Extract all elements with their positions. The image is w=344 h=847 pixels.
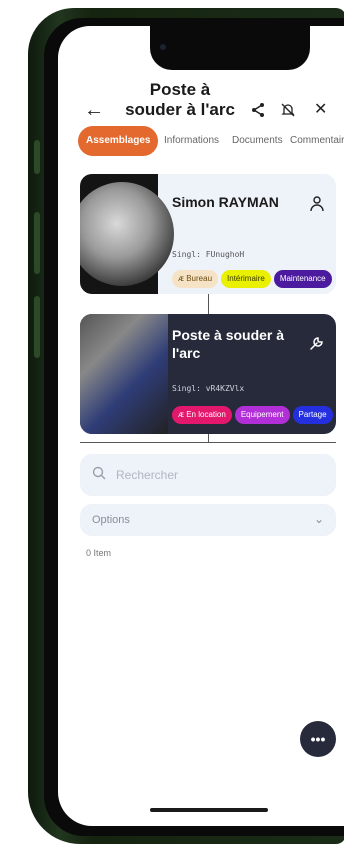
phone-side-button-volume-down [34, 296, 40, 358]
search-icon [92, 466, 106, 483]
tree-connector [208, 434, 209, 442]
equipment-name: Poste à souder à l'arc [172, 327, 285, 361]
equipment-photo [80, 314, 168, 434]
tag-label: Bureau [186, 274, 213, 283]
page-title: Poste à souder à l'arc [125, 80, 235, 119]
person-icon [310, 196, 324, 216]
more-horizontal-icon: ••• [310, 731, 326, 747]
avatar [80, 174, 174, 294]
person-singl: Singl: FUnughoH [172, 250, 245, 259]
more-button[interactable]: ••• [300, 721, 336, 757]
camera-dot [160, 44, 166, 50]
search-input[interactable]: Rechercher [116, 468, 178, 482]
home-indicator [150, 808, 268, 812]
app-header: ← Poste à souder à l'arc ✕ [58, 54, 344, 124]
divider [80, 442, 336, 443]
tag-label: En location [186, 410, 226, 419]
tag-equipement: Equipement [234, 406, 290, 424]
phone-side-button-volume-up [34, 212, 40, 274]
phone-screen: ← Poste à souder à l'arc ✕ Assemblages I… [58, 26, 344, 826]
equipment-singl: Singl: vR4KZVlx [172, 384, 245, 393]
avatar-photo [80, 182, 174, 286]
search-field[interactable]: Rechercher [80, 454, 336, 496]
share-icon[interactable] [250, 102, 266, 122]
arrow-left-icon[interactable]: ← [84, 100, 104, 120]
tag-partage: Partage [292, 406, 333, 424]
tab-informations[interactable]: Informations [164, 126, 219, 156]
phone-side-button-silent [34, 140, 40, 174]
person-name: Simon RAYMAN [172, 194, 279, 210]
tag-maintenance: Maintenance [273, 270, 332, 288]
building-icon: ᴁ [178, 410, 184, 419]
tree-connector [208, 294, 209, 314]
person-card[interactable]: Simon RAYMAN Singl: FUnughoH ᴁ Bureau In… [80, 174, 336, 294]
tag-bureau: ᴁ Bureau [172, 270, 219, 288]
building-icon: ᴁ [178, 274, 184, 283]
options-label: Options [92, 514, 130, 526]
item-count: 0 Item [86, 548, 112, 558]
person-tags: ᴁ Bureau Intérimaire Maintenance [172, 268, 335, 288]
chevron-down-icon: ⌄ [313, 512, 324, 526]
tag-interimaire: Intérimaire [221, 270, 271, 288]
bell-off-icon[interactable] [280, 102, 296, 122]
wrench-icon [308, 336, 324, 356]
equipment-card[interactable]: Poste à souder à l'arc Singl: vR4KZVlx ᴁ… [80, 314, 336, 434]
tab-documents[interactable]: Documents [232, 126, 283, 156]
tab-bar: Assemblages Informations Documents Comme… [78, 126, 344, 156]
equipment-tags: ᴁ En location Equipement Partage [172, 404, 336, 424]
close-icon[interactable]: ✕ [314, 102, 327, 118]
tag-en-location: ᴁ En location [172, 406, 232, 424]
tab-assemblages[interactable]: Assemblages [78, 126, 159, 156]
options-dropdown[interactable]: Options ⌄ [80, 504, 336, 536]
tab-commentaires[interactable]: Commentaires [290, 126, 344, 156]
